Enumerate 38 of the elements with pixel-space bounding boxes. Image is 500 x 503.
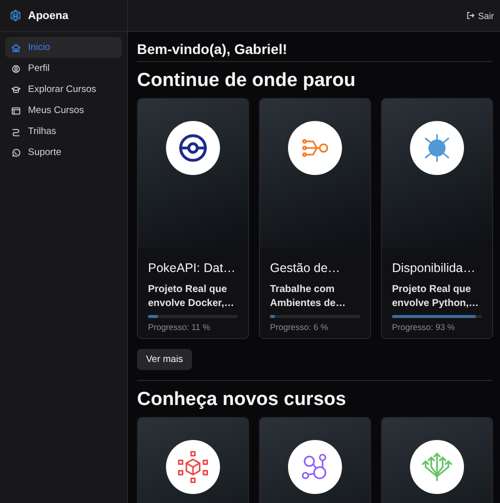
chat-icon <box>11 148 21 158</box>
course-logo-icon <box>288 440 342 494</box>
section-heading: Continue de onde parou <box>137 70 356 92</box>
sidebar-item[interactable]: Inicio <box>5 37 122 58</box>
course-logo-icon <box>288 121 342 175</box>
course-card[interactable]: Disponibilida… Projeto Real que envolve Python,… Progresso: 93 % <box>381 98 493 339</box>
window-icon <box>11 106 21 116</box>
course-logo-icon <box>166 440 220 494</box>
course-title: Disponibilida… <box>392 261 476 275</box>
progress-label: Progresso: 11 % <box>148 322 212 332</box>
welcome-heading: Bem-vindo(a), Gabriel! <box>137 41 492 62</box>
course-logo-icon <box>410 440 464 494</box>
logout-icon <box>466 11 475 20</box>
course-description: Projeto Real que envolve Python,… <box>392 283 480 311</box>
course-title: PokeAPI: Dat… <box>148 261 237 275</box>
sidebar-item[interactable]: Suporte <box>5 142 122 163</box>
course-title: Gestão de… <box>270 261 342 275</box>
course-description: Projeto Real que envolve Docker,… <box>148 283 236 311</box>
section-heading: Conheça novos cursos <box>137 389 346 411</box>
progress-label: Progresso: 93 % <box>392 322 456 332</box>
course-description: Trabalhe com Ambientes de… <box>270 283 347 311</box>
see-more-button[interactable]: Ver mais <box>137 349 192 370</box>
sidebar-item[interactable]: Trilhas <box>5 121 122 142</box>
home-icon <box>11 42 21 52</box>
logout-button[interactable]: Sair <box>466 10 494 20</box>
course-card[interactable]: PokeAPI: Dat… Projeto Real que envolve Docker,… Progresso: 11 % <box>137 98 249 339</box>
app-name: Apoena <box>28 10 68 22</box>
sidebar-item[interactable]: Perfil <box>5 58 122 79</box>
course-logo-icon <box>410 121 464 175</box>
profile-icon <box>11 64 21 74</box>
sidebar-item[interactable]: Meus Cursos <box>5 100 122 121</box>
sidebar-item[interactable]: Explorar Cursos <box>5 79 122 100</box>
course-card[interactable]: Gestão de… Trabalhe com Ambientes de… Progresso: 6 % <box>259 98 371 339</box>
course-logo-icon <box>166 121 220 175</box>
graduation-cap-icon <box>11 84 21 94</box>
progress-label: Progresso: 6 % <box>270 322 330 332</box>
route-icon <box>11 126 21 136</box>
logo-icon <box>9 9 22 22</box>
